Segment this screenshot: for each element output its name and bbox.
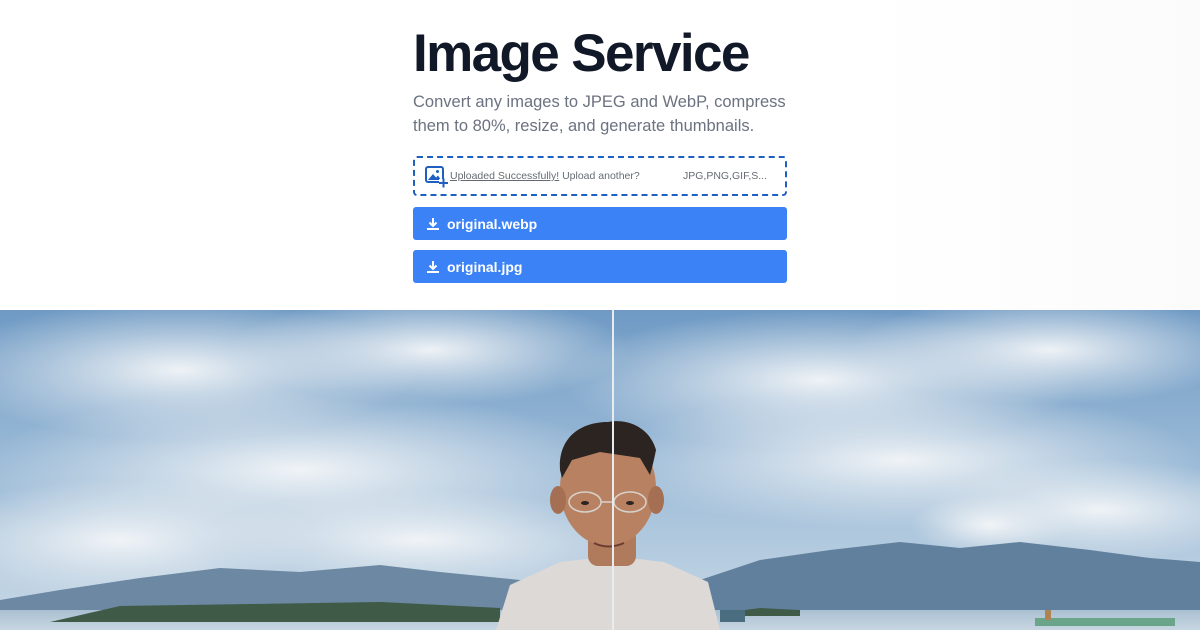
upload-success-link[interactable]: Uploaded Successfully! xyxy=(450,170,559,182)
page-title: Image Service xyxy=(413,24,750,83)
image-add-icon xyxy=(424,164,448,188)
image-comparison[interactable] xyxy=(0,310,1200,630)
download-webp-label: original.webp xyxy=(447,215,538,232)
file-uploader[interactable]: Uploaded Successfully! Upload another? J… xyxy=(413,156,787,196)
header-section: Image Service Convert any images to JPEG… xyxy=(0,0,1200,310)
download-icon xyxy=(426,260,440,274)
accepted-file-types: JPG,PNG,GIF,S... xyxy=(682,170,767,182)
download-jpg-button[interactable]: original.jpg xyxy=(413,250,787,283)
comparison-photo xyxy=(0,310,1200,630)
page: Image Service Convert any images to JPEG… xyxy=(0,0,1200,630)
comparison-divider-handle[interactable] xyxy=(612,310,614,630)
page-subtitle: Convert any images to JPEG and WebP, com… xyxy=(413,93,786,135)
upload-another-text: Upload another? xyxy=(559,170,640,182)
download-icon xyxy=(426,217,440,231)
upload-status: Uploaded Successfully! Upload another? xyxy=(450,170,640,182)
download-webp-button[interactable]: original.webp xyxy=(413,207,787,240)
download-jpg-label: original.jpg xyxy=(447,258,523,275)
